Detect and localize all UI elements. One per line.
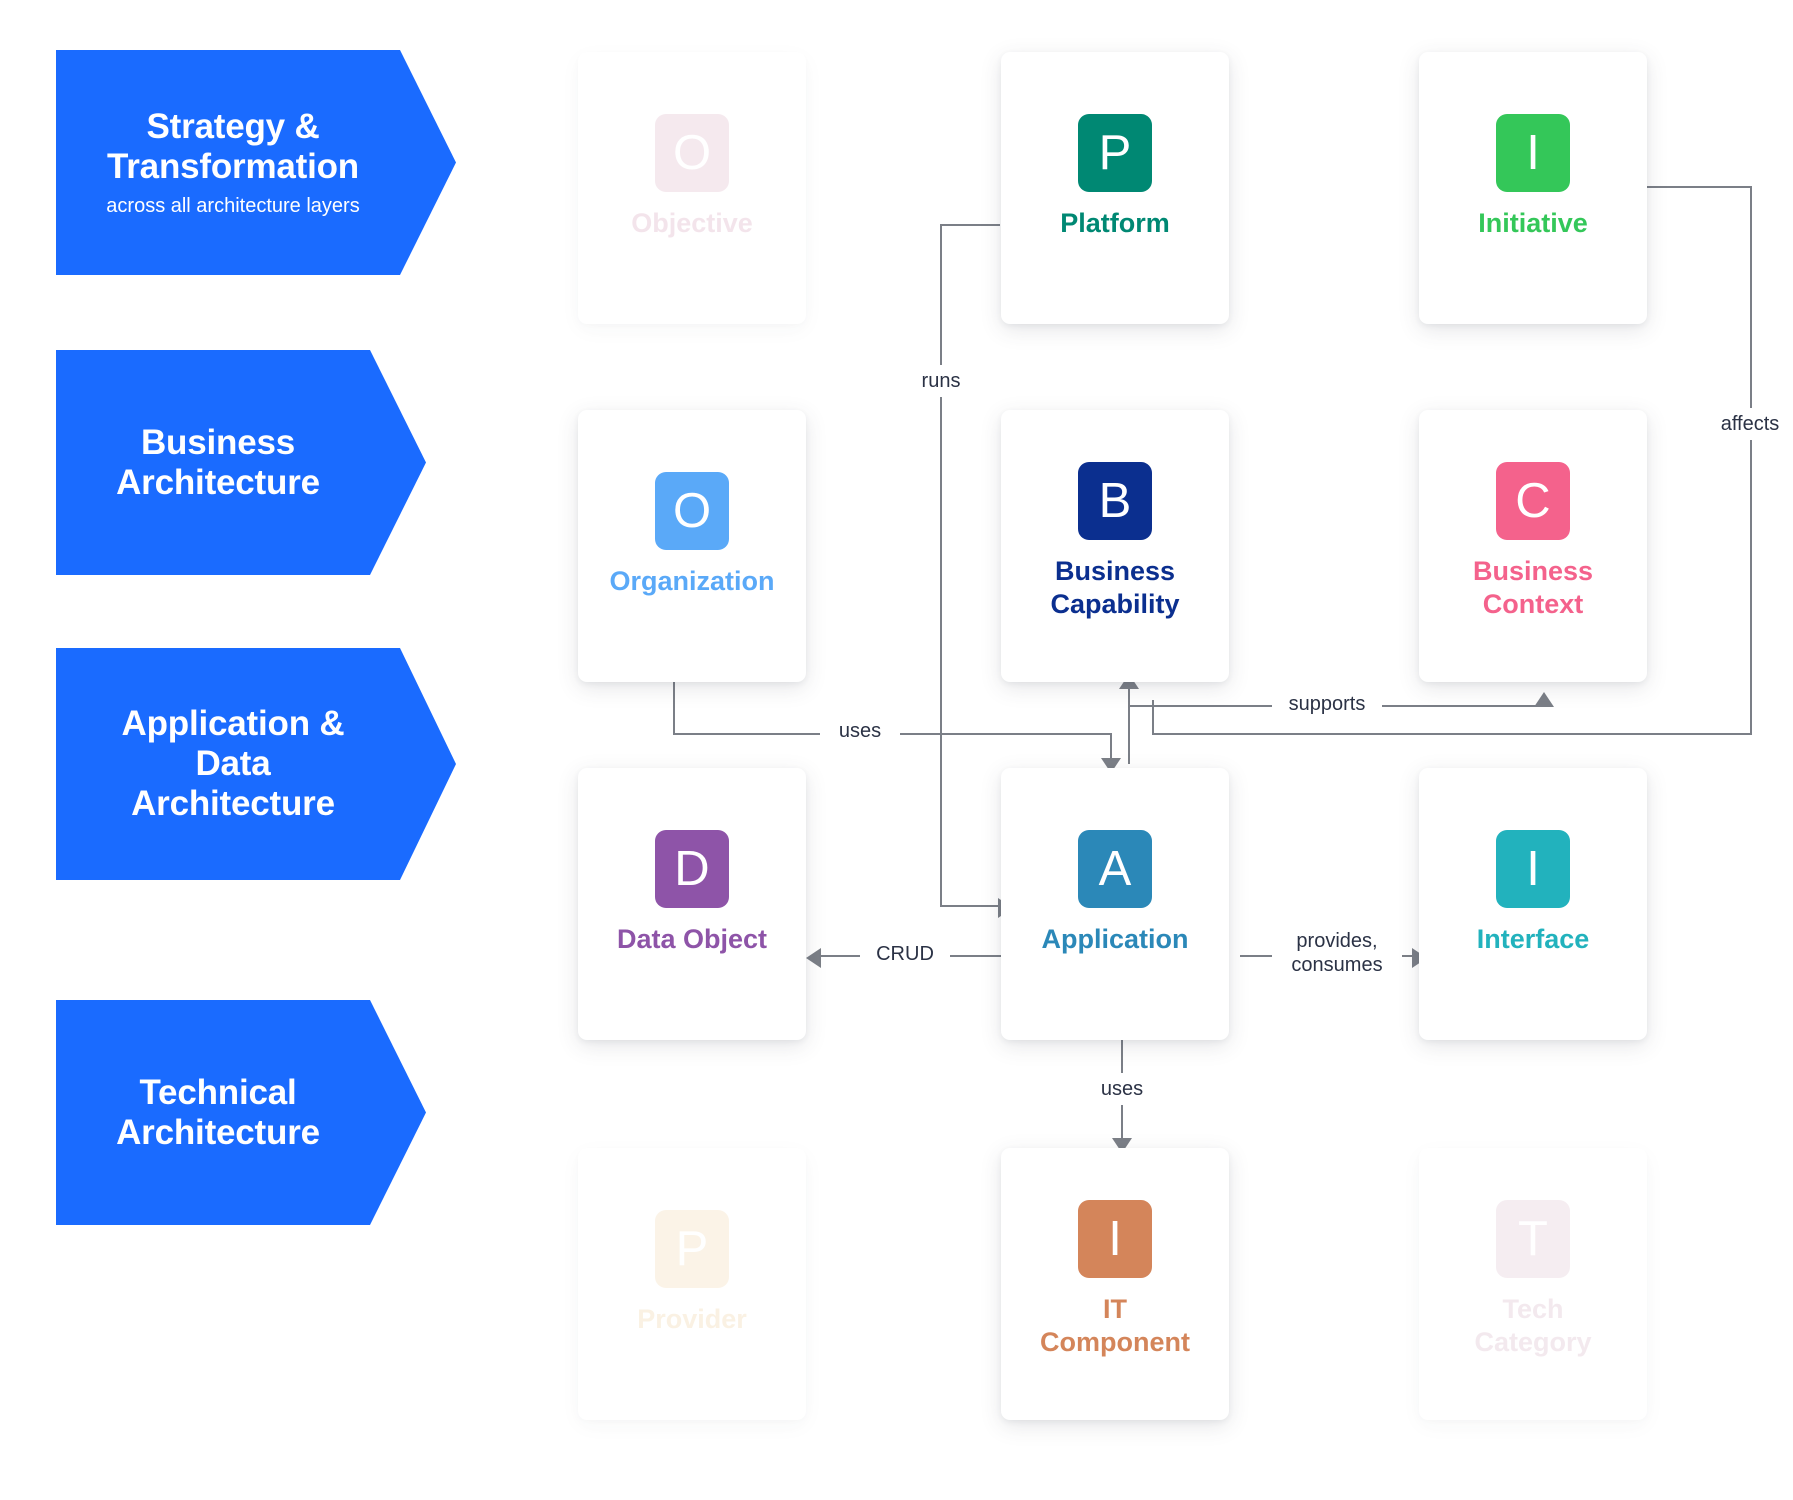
entity-glyph-initiative: I	[1496, 114, 1570, 192]
entity-glyph-platform: P	[1078, 114, 1152, 192]
entity-label-it-component: IT Component	[1040, 1294, 1190, 1357]
entity-label-interface: Interface	[1476, 924, 1590, 954]
layer-banner-application-data: Application & Data Architecture	[56, 648, 456, 880]
layer-banner-business-title: Business Architecture	[116, 422, 320, 502]
entity-glyph-it-component: I	[1078, 1200, 1152, 1278]
entity-glyph-interface: I	[1496, 830, 1570, 908]
entity-card-interface[interactable]: I Interface	[1419, 768, 1647, 1040]
entity-label-tech-category: Tech Category	[1474, 1294, 1592, 1357]
layer-banner-technical: Technical Architecture	[56, 1000, 426, 1225]
entity-glyph-letter-platform: P	[1098, 125, 1132, 180]
entity-card-business-capability[interactable]: B Business Capability	[1001, 410, 1229, 682]
connector-affects-seg-vertical	[1750, 186, 1752, 735]
entity-label-initiative: Initiative	[1478, 208, 1588, 238]
entity-card-organization[interactable]: O Organization	[578, 410, 806, 682]
connector-uses-org-seg-riser	[673, 680, 675, 734]
entity-card-business-context[interactable]: C Business Context	[1419, 410, 1647, 682]
entity-glyph-provider: P	[655, 1210, 729, 1288]
layer-banner-strategy-subtitle: across all architecture layers	[106, 194, 360, 217]
entity-glyph-letter-data-object: D	[674, 841, 710, 896]
entity-glyph-organization: O	[655, 472, 729, 550]
connector-affects-seg-top	[1640, 186, 1752, 188]
entity-glyph-business-context: C	[1496, 462, 1570, 540]
entity-label-provider: Provider	[637, 1304, 747, 1334]
layer-banner-strategy-title: Strategy & Transformation	[107, 107, 359, 186]
entity-card-initiative[interactable]: I Initiative	[1419, 52, 1647, 324]
entity-label-business-capability: Business Capability	[1050, 556, 1180, 619]
entity-glyph-letter-objective: O	[672, 125, 712, 180]
connector-runs-seg-top	[940, 224, 1000, 226]
entity-glyph-letter-business-capability: B	[1098, 473, 1132, 528]
entity-glyph-letter-tech-category: T	[1518, 1211, 1548, 1266]
relation-label-uses-organization: uses	[820, 715, 900, 748]
entity-glyph-letter-initiative: I	[1526, 125, 1540, 180]
relation-label-supports: supports	[1272, 688, 1382, 721]
connector-crud-arrowhead	[806, 948, 821, 968]
entity-card-platform[interactable]: P Platform	[1001, 52, 1229, 324]
entity-label-objective: Objective	[631, 208, 753, 238]
connector-affects-seg-bottom	[1152, 733, 1752, 735]
entity-glyph-letter-application: A	[1098, 841, 1132, 896]
entity-glyph-letter-organization: O	[672, 483, 712, 538]
entity-card-application[interactable]: A Application	[1001, 768, 1229, 1040]
entity-glyph-data-object: D	[655, 830, 729, 908]
entity-glyph-letter-it-component: I	[1108, 1211, 1122, 1266]
entity-glyph-objective: O	[655, 114, 729, 192]
architecture-diagram-canvas: Strategy & Transformation across all arc…	[0, 0, 1793, 1500]
entity-label-data-object: Data Object	[616, 924, 768, 954]
relation-label-crud: CRUD	[860, 938, 950, 971]
relation-label-uses-it-component: uses	[1082, 1073, 1162, 1106]
relation-label-runs: runs	[905, 365, 977, 398]
entity-card-provider[interactable]: P Provider	[578, 1148, 806, 1420]
entity-label-application: Application	[1041, 924, 1189, 954]
connector-runs-seg-vertical	[940, 224, 942, 906]
layer-banner-business: Business Architecture	[56, 350, 426, 575]
layer-banner-strategy: Strategy & Transformation across all arc…	[56, 50, 456, 275]
relation-label-provides-consumes: provides, consumes	[1272, 925, 1402, 982]
relation-label-affects: affects	[1702, 408, 1793, 441]
entity-card-objective[interactable]: O Objective	[578, 52, 806, 324]
entity-glyph-tech-category: T	[1496, 1200, 1570, 1278]
entity-card-it-component[interactable]: I IT Component	[1001, 1148, 1229, 1420]
entity-card-data-object[interactable]: D Data Object	[578, 768, 806, 1040]
entity-glyph-application: A	[1078, 830, 1152, 908]
entity-label-platform: Platform	[1060, 208, 1170, 238]
entity-glyph-letter-business-context: C	[1515, 473, 1551, 528]
layer-banner-application-data-title: Application & Data Architecture	[121, 704, 345, 823]
entity-card-tech-category[interactable]: T Tech Category	[1419, 1148, 1647, 1420]
connector-supports-seg-capability	[1128, 686, 1130, 764]
entity-glyph-business-capability: B	[1078, 462, 1152, 540]
entity-glyph-letter-provider: P	[675, 1221, 709, 1276]
entity-label-organization: Organization	[609, 566, 775, 596]
connector-runs-seg-bottom	[940, 905, 1000, 907]
entity-label-business-context: Business Context	[1472, 556, 1594, 619]
connector-supports-arrowhead-context	[1534, 692, 1554, 707]
layer-banner-technical-title: Technical Architecture	[116, 1072, 320, 1152]
entity-glyph-letter-interface: I	[1526, 841, 1540, 896]
